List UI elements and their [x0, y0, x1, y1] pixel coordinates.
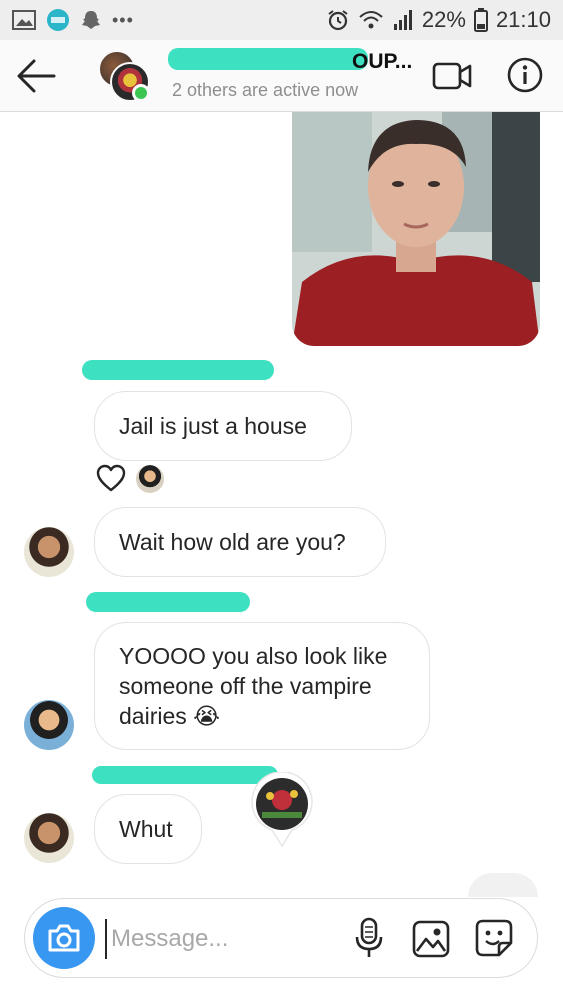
alarm-icon	[328, 10, 348, 31]
reaction-avatar	[136, 465, 164, 493]
scroll-indicator	[468, 873, 538, 897]
message-text: Jail is just a house	[119, 413, 307, 439]
camera-icon	[48, 924, 80, 952]
avatar[interactable]	[24, 527, 74, 577]
message-bubble[interactable]: Jail is just a house	[94, 391, 352, 461]
group-avatar[interactable]	[98, 50, 152, 104]
battery-percent: 22%	[421, 7, 466, 32]
redacted-sender-name	[86, 592, 250, 612]
wifi-icon	[359, 11, 383, 29]
snapchat-notification-icon	[82, 11, 100, 29]
heart-icon[interactable]	[96, 464, 126, 492]
seen-by-avatar[interactable]	[248, 772, 316, 848]
message-input[interactable]	[105, 919, 345, 959]
online-indicator	[132, 84, 150, 102]
message-bubble[interactable]: YOOOO you also look like someone off the…	[94, 622, 430, 750]
avatar[interactable]	[24, 813, 74, 863]
overflow-notifications: •••	[112, 9, 134, 30]
message-text: Wait how old are you?	[119, 529, 346, 555]
image-notification-icon	[12, 10, 36, 30]
message-text: YOOOO you also look like someone off the…	[119, 643, 388, 729]
active-status: 2 others are active now	[172, 80, 359, 100]
back-arrow-icon[interactable]	[14, 56, 58, 96]
video-call-icon[interactable]	[432, 60, 472, 92]
selfie-image	[292, 112, 540, 346]
message-text: Whut	[119, 816, 173, 842]
camera-button[interactable]	[33, 907, 95, 969]
photo-message[interactable]	[292, 112, 540, 346]
gallery-icon[interactable]	[411, 919, 451, 959]
chat-header: OUP... 2 others are active now	[0, 40, 563, 112]
battery-icon	[473, 8, 488, 32]
redacted-sender-name	[82, 360, 274, 380]
app-notification-icon	[47, 9, 69, 31]
redaction-mark	[168, 48, 368, 70]
avatar[interactable]	[24, 700, 74, 750]
status-bar: ••• 22% 21:10	[0, 0, 563, 40]
signal-icon	[393, 10, 412, 30]
info-icon[interactable]	[506, 56, 544, 94]
message-bubble[interactable]: Wait how old are you?	[94, 507, 386, 577]
mic-icon[interactable]	[351, 917, 387, 959]
message-bubble[interactable]: Whut	[94, 794, 202, 864]
clock: 21:10	[495, 7, 551, 32]
chat-title[interactable]: OUP...	[352, 50, 412, 74]
message-composer	[24, 898, 538, 978]
sticker-icon[interactable]	[473, 917, 515, 959]
